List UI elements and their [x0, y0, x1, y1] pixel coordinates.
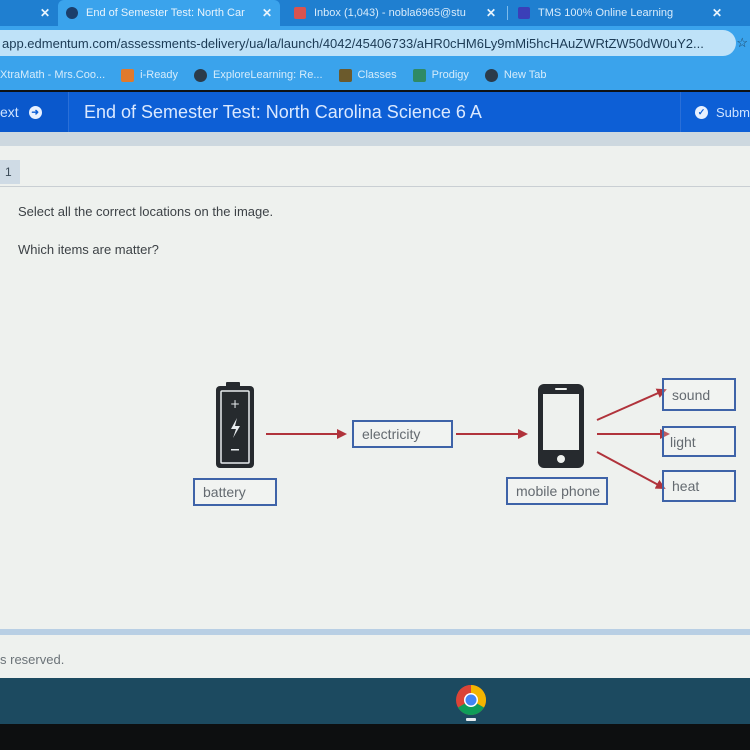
hotspot-label: heat [672, 478, 700, 494]
hotspot-mobile-phone[interactable]: mobile phone [506, 477, 608, 505]
hotspot-electricity[interactable]: electricity [352, 420, 453, 448]
question-panel: 1 Select all the correct locations on th… [0, 132, 750, 678]
address-bar: app.edmentum.com/assessments-delivery/ua… [0, 26, 750, 60]
chrome-icon[interactable] [455, 684, 487, 716]
active-app-indicator [466, 718, 476, 721]
hotspot-battery[interactable]: battery [193, 478, 277, 506]
bookmark-iready[interactable]: i-Ready [121, 68, 179, 82]
next-label: ext [0, 104, 19, 120]
bookmark-prodigy[interactable]: Prodigy [412, 68, 469, 82]
footer-divider [0, 629, 750, 635]
bookmark-label: New Tab [503, 69, 547, 81]
svg-text:+: + [230, 397, 240, 411]
bookmark-label: i-Ready [140, 69, 179, 81]
hotspot-label: light [670, 433, 696, 450]
submit-label: Subm [716, 104, 750, 120]
bookmark-label: ExploreLearning: Re... [213, 69, 323, 81]
tab-label: End of Semester Test: North Car [86, 7, 245, 19]
bookmark-xtramath[interactable]: XtraMath - Mrs.Coo... [0, 69, 105, 81]
hotspot-heat[interactable]: heat [662, 470, 736, 502]
browser-tab-strip: ✕ End of Semester Test: North Car ✕ Inbo… [0, 0, 750, 26]
os-shelf [0, 678, 750, 724]
tab-label: Inbox (1,043) - nobla6965@stu [314, 7, 466, 19]
bookmark-explorelearning[interactable]: ExploreLearning: Re... [194, 68, 323, 82]
screen-bezel [0, 724, 750, 750]
gmail-icon [294, 7, 306, 19]
header-divider [68, 92, 69, 132]
hotspot-label: battery [203, 484, 246, 500]
globe-icon [484, 68, 498, 82]
iready-icon [121, 68, 135, 82]
classes-icon [338, 68, 352, 82]
check-circle-icon: ✓ [695, 105, 708, 119]
arrow-right-icon: ➜ [28, 105, 42, 119]
next-button[interactable]: ext ➜ [0, 92, 68, 132]
question-instruction: Select all the correct locations on the … [18, 204, 274, 219]
sub-header-bar [0, 132, 750, 146]
question-prompt: Which items are matter? [18, 242, 159, 257]
bookmark-new-tab[interactable]: New Tab [484, 68, 547, 82]
bookmarks-bar: XtraMath - Mrs.Coo... i-Ready ExploreLea… [0, 60, 750, 90]
edmentum-icon [66, 7, 78, 19]
url-input[interactable]: app.edmentum.com/assessments-delivery/ua… [0, 30, 736, 56]
tab-label: TMS 100% Online Learning [538, 7, 674, 19]
hotspot-light[interactable]: light [662, 426, 736, 457]
bookmark-label: Prodigy [431, 69, 469, 81]
test-title: End of Semester Test: North Carolina Sci… [84, 101, 482, 122]
close-icon[interactable]: ✕ [254, 6, 272, 20]
divider [0, 186, 750, 187]
tab-end-of-semester-test[interactable]: End of Semester Test: North Car ✕ [58, 0, 280, 26]
bookmark-star-icon[interactable]: ☆ [736, 35, 748, 51]
tab-separator [507, 6, 508, 20]
bookmark-classes[interactable]: Classes [338, 68, 397, 82]
globe-icon [194, 68, 208, 82]
close-icon[interactable]: ✕ [478, 6, 496, 20]
submit-button[interactable]: ✓ Subm [680, 92, 750, 132]
screen: ✕ End of Semester Test: North Car ✕ Inbo… [0, 0, 750, 750]
hotspot-label: electricity [362, 426, 421, 442]
close-icon[interactable]: ✕ [704, 6, 722, 20]
hotspot-sound[interactable]: sound [662, 378, 736, 411]
question-number[interactable]: 1 [0, 160, 20, 184]
close-icon[interactable]: ✕ [32, 6, 50, 20]
mobile-phone-icon [538, 384, 584, 468]
prodigy-icon [412, 68, 426, 82]
battery-icon: + [216, 382, 254, 468]
bookmark-label: Classes [357, 69, 397, 81]
tab-tms-online-learning[interactable]: TMS 100% Online Learning ✕ [510, 0, 730, 26]
classroom-icon [518, 7, 530, 19]
tab-previous[interactable]: ✕ [0, 0, 58, 26]
test-header: ext ➜ End of Semester Test: North Caroli… [0, 92, 750, 132]
arrow-phone-to-sound [596, 388, 667, 421]
tab-inbox[interactable]: Inbox (1,043) - nobla6965@stu ✕ [286, 0, 504, 26]
bookmark-label: XtraMath - Mrs.Coo... [0, 69, 106, 81]
hotspot-label: mobile phone [516, 483, 601, 499]
copyright-text: s reserved. [0, 652, 65, 667]
hotspot-label: sound [672, 386, 711, 403]
